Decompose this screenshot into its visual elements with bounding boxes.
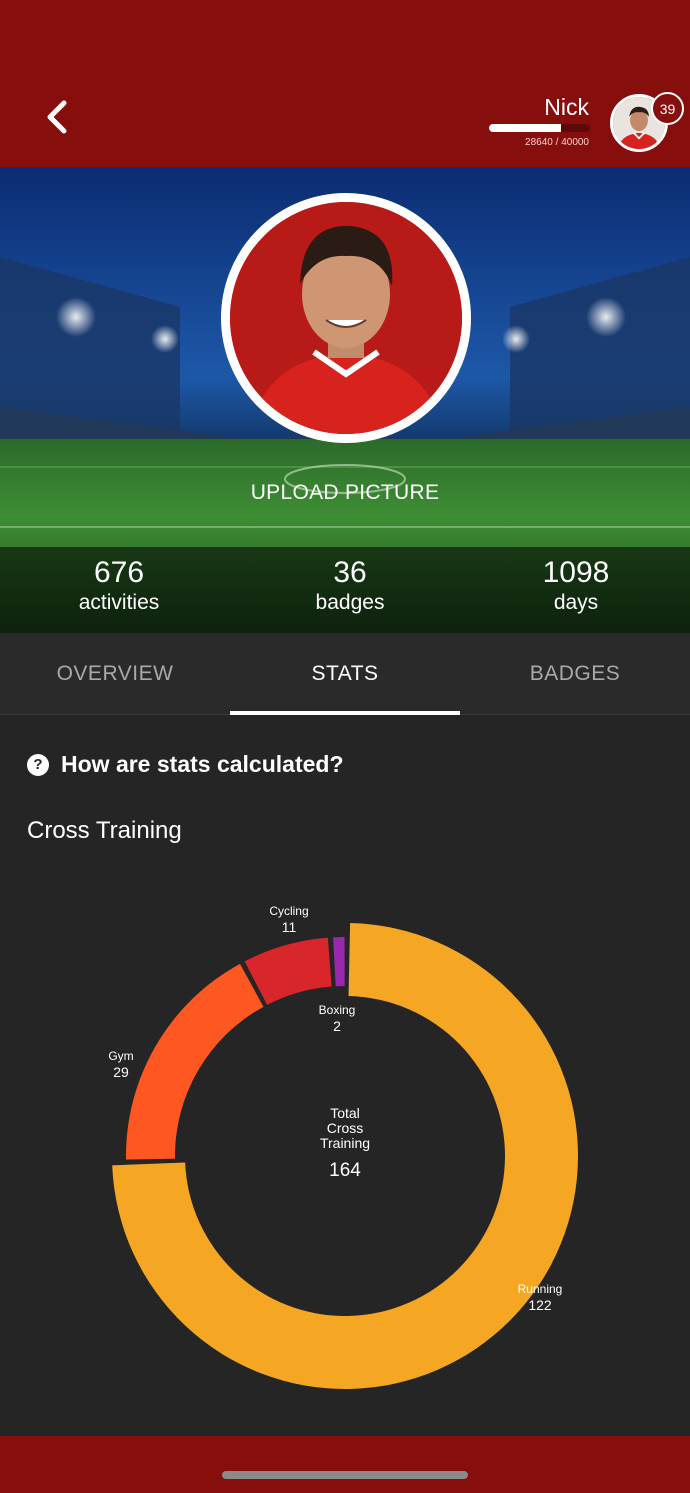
- top-bar: Nick 28640 / 40000 39: [0, 0, 690, 167]
- tab-bar: OVERVIEW STATS BADGES: [0, 633, 690, 715]
- stat-days: 1098 days: [476, 556, 676, 616]
- center-label: Total: [330, 1105, 360, 1121]
- tab-badges[interactable]: BADGES: [460, 633, 690, 715]
- donut-slice-boxing[interactable]: [333, 937, 345, 987]
- stat-value: 1098: [542, 556, 610, 589]
- tab-stats[interactable]: STATS: [230, 633, 460, 715]
- center-label: Training: [320, 1135, 370, 1151]
- slice-label: Cycling: [269, 904, 308, 918]
- home-indicator: [222, 1471, 468, 1479]
- level-badge: 39: [651, 92, 684, 125]
- stat-value: 676: [93, 556, 145, 589]
- user-name: Nick: [544, 94, 589, 120]
- bottom-bar: [0, 1436, 690, 1493]
- xp-progress-fill: [489, 124, 562, 132]
- slice-label: Gym: [108, 1049, 133, 1063]
- tab-overview[interactable]: OVERVIEW: [0, 633, 230, 715]
- stat-label: days: [553, 591, 599, 614]
- chevron-left-icon: [47, 100, 67, 134]
- xp-progress-text: 28640 / 40000: [525, 137, 589, 148]
- donut-slice-running[interactable]: [112, 923, 578, 1389]
- xp-progress-bar: [489, 124, 590, 132]
- stat-label: badges: [315, 591, 385, 614]
- stats-help-link[interactable]: ? How are stats calculated?: [27, 751, 344, 778]
- slice-value: 29: [113, 1064, 129, 1080]
- question-circle-icon: ?: [27, 753, 49, 776]
- section-title: Cross Training: [27, 817, 182, 844]
- slice-label: Running: [518, 1282, 563, 1296]
- donut-slice-gym[interactable]: [126, 963, 264, 1160]
- back-button[interactable]: [38, 95, 78, 139]
- donut-slice-cycling[interactable]: [244, 937, 332, 1005]
- stat-badges: 36 badges: [250, 556, 450, 616]
- upload-picture-link[interactable]: UPLOAD PICTURE: [0, 481, 690, 505]
- stat-value: 36: [333, 556, 367, 589]
- slice-label: Boxing: [319, 1003, 356, 1017]
- slice-value: 2: [333, 1018, 341, 1034]
- stat-activities: 676 activities: [19, 556, 219, 616]
- cross-training-donut-chart: Running122 Gym29 Cycling11 Boxing2 TotalCros…: [108, 904, 578, 1389]
- center-label: Cross: [327, 1120, 364, 1136]
- stat-label: activities: [78, 591, 160, 614]
- stats-help-label: How are stats calculated?: [61, 751, 344, 777]
- active-tab-indicator: [230, 711, 460, 715]
- center-total-value: 164: [329, 1160, 361, 1181]
- slice-value: 11: [282, 919, 297, 935]
- profile-hero: UPLOAD PICTURE 676 activities 36 badges …: [0, 167, 690, 633]
- profile-picture[interactable]: [221, 193, 471, 443]
- slice-value: 122: [528, 1297, 552, 1313]
